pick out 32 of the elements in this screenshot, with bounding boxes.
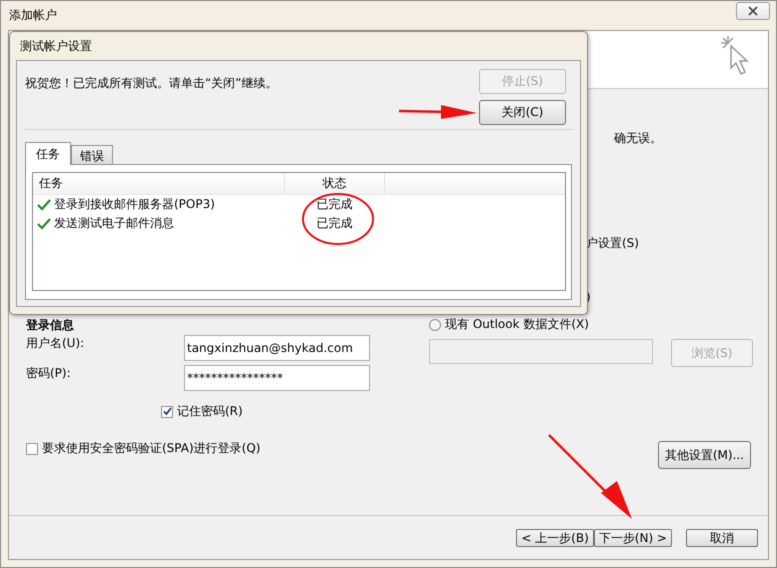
- task-status: 已完成: [316, 215, 354, 232]
- section-heading: 登录信息: [26, 317, 75, 334]
- radio-label: 现有 Outlook 数据文件(X): [445, 316, 589, 333]
- message-text: 祝贺您！已完成所有测试。请单击“关闭”继续。: [25, 75, 278, 92]
- task-name: 登录到接收邮件服务器(POP3): [54, 196, 215, 213]
- close-button[interactable]: [736, 2, 770, 20]
- cancel-button[interactable]: 取消: [686, 528, 758, 546]
- username-label: 用户名(U):: [26, 335, 86, 352]
- next-button[interactable]: 下一步(N) >: [594, 528, 672, 546]
- file-path-field[interactable]: [429, 339, 653, 364]
- close-icon: [748, 6, 758, 16]
- checkbox-label: 要求使用安全密码验证(SPA)进行登录(Q): [42, 440, 260, 457]
- task-status: 已完成: [316, 196, 354, 213]
- close-dialog-button[interactable]: 关闭(C): [479, 100, 566, 125]
- password-field[interactable]: ****************: [184, 365, 370, 391]
- more-settings-button[interactable]: 其他设置(M)...: [658, 441, 751, 469]
- window-title: 添加帐户: [9, 7, 57, 24]
- column-header[interactable]: 任务: [33, 173, 285, 194]
- password-label: 密码(P):: [26, 365, 72, 382]
- partial-text: 确无误。: [614, 131, 662, 145]
- back-button[interactable]: < 上一步(B): [516, 528, 594, 546]
- radio-button[interactable]: [429, 318, 441, 330]
- checkbox-label: 记住密码(R): [177, 403, 243, 420]
- tab[interactable]: 错误: [71, 145, 113, 165]
- checkbox[interactable]: [161, 406, 173, 418]
- task-name: 发送测试电子邮件消息: [54, 215, 174, 232]
- checkbox[interactable]: [26, 442, 38, 454]
- annotation-circle: [302, 193, 374, 245]
- tab[interactable]: 任务: [25, 142, 71, 165]
- column-header[interactable]: 状态: [285, 173, 385, 194]
- username-field[interactable]: tangxinzhuan@shykad.com: [184, 335, 370, 361]
- dialog-title: 测试帐户设置: [19, 38, 93, 55]
